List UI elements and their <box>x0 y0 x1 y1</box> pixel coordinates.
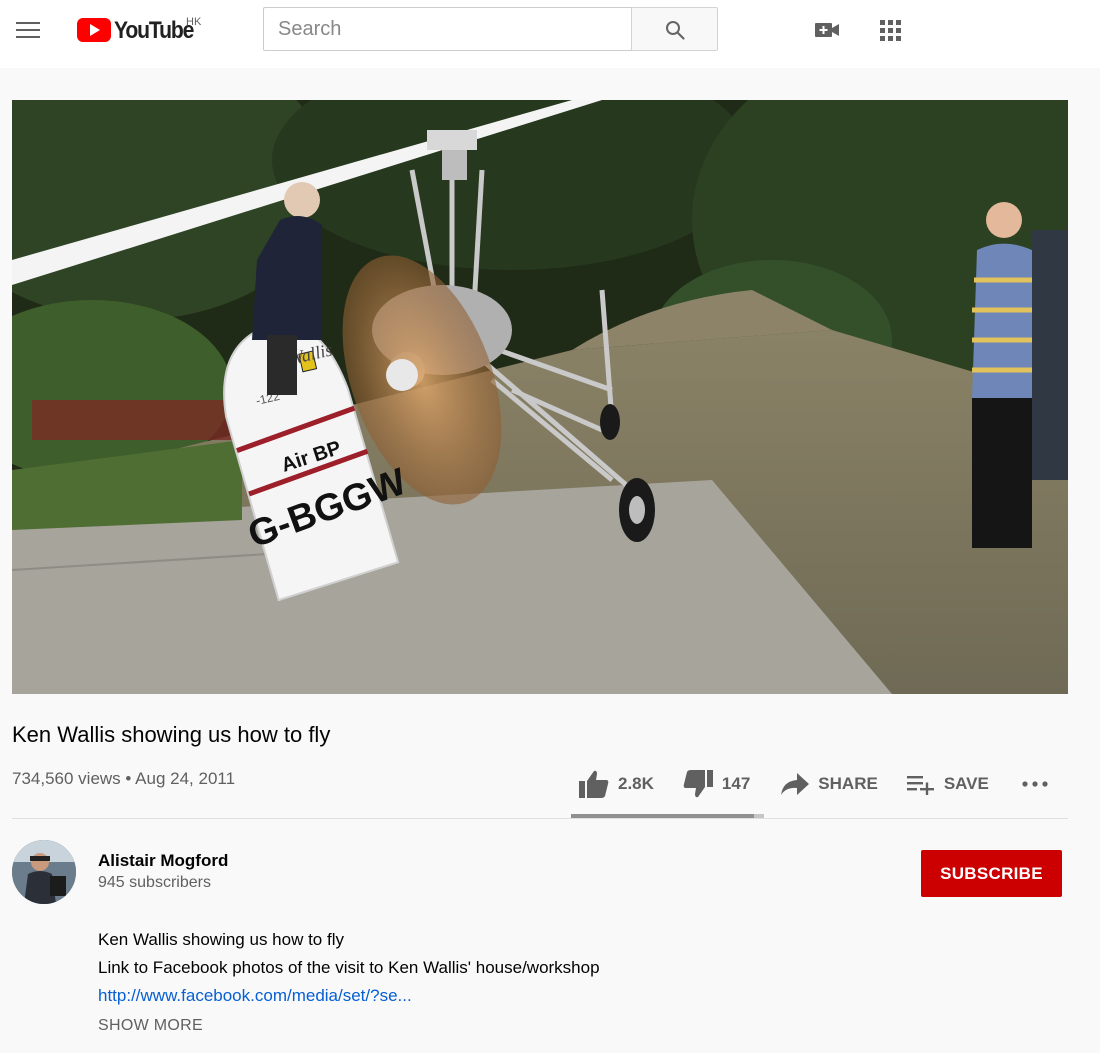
like-button[interactable]: 2.8K <box>578 769 654 799</box>
upload-date: Aug 24, 2011 <box>135 769 236 788</box>
apps-grid-icon[interactable] <box>880 20 902 47</box>
save-button[interactable]: SAVE <box>906 773 989 795</box>
video-description: Ken Wallis showing us how to fly Link to… <box>98 926 600 1010</box>
description-link[interactable]: http://www.facebook.com/media/set/?se... <box>98 986 412 1005</box>
show-more-button[interactable]: SHOW MORE <box>98 1017 203 1035</box>
save-label: SAVE <box>943 774 989 793</box>
description-line: Ken Wallis showing us how to fly <box>98 930 344 949</box>
video-title: Ken Wallis showing us how to fly <box>12 722 331 747</box>
dislike-icon <box>683 770 713 798</box>
region-label: HK <box>186 16 202 28</box>
video-meta: 734,560 views • Aug 24, 2011 <box>12 769 235 789</box>
like-icon <box>579 770 609 798</box>
more-icon <box>1022 781 1048 787</box>
top-bar: YouTube HK <box>0 0 1100 68</box>
video-player[interactable]: Wallis -122 Air BP G-BGGW <box>12 100 1068 694</box>
search-button[interactable] <box>631 7 718 51</box>
divider <box>12 818 1068 819</box>
dislike-count: 147 <box>721 774 751 793</box>
search-icon <box>666 21 685 40</box>
dislike-button[interactable]: 147 <box>682 769 750 799</box>
share-button[interactable]: SHARE <box>780 772 878 796</box>
view-count: 734,560 views <box>12 769 121 788</box>
save-playlist-icon <box>906 776 934 795</box>
video-frame: Wallis -122 Air BP G-BGGW <box>12 100 1068 694</box>
description-line: Link to Facebook photos of the visit to … <box>98 958 600 977</box>
menu-icon[interactable] <box>16 22 40 40</box>
meta-separator: • <box>125 769 132 788</box>
video-actions: 2.8K 147 SHARE SAVE <box>578 766 1049 802</box>
channel-name[interactable]: Alistair Mogford <box>98 851 228 871</box>
subscriber-count: 945 subscribers <box>98 874 211 891</box>
more-actions-button[interactable] <box>1021 780 1049 788</box>
youtube-logo-icon <box>77 18 111 42</box>
search-input[interactable] <box>264 8 631 50</box>
subscribe-button[interactable]: SUBSCRIBE <box>921 850 1062 897</box>
create-video-icon[interactable] <box>814 20 840 45</box>
like-count: 2.8K <box>618 774 654 793</box>
share-icon <box>781 773 810 795</box>
channel-avatar[interactable] <box>12 840 76 904</box>
youtube-logo[interactable]: YouTube HK <box>77 16 204 44</box>
logo-text: YouTube <box>114 17 194 44</box>
share-label: SHARE <box>818 774 878 793</box>
search-box <box>263 7 631 51</box>
